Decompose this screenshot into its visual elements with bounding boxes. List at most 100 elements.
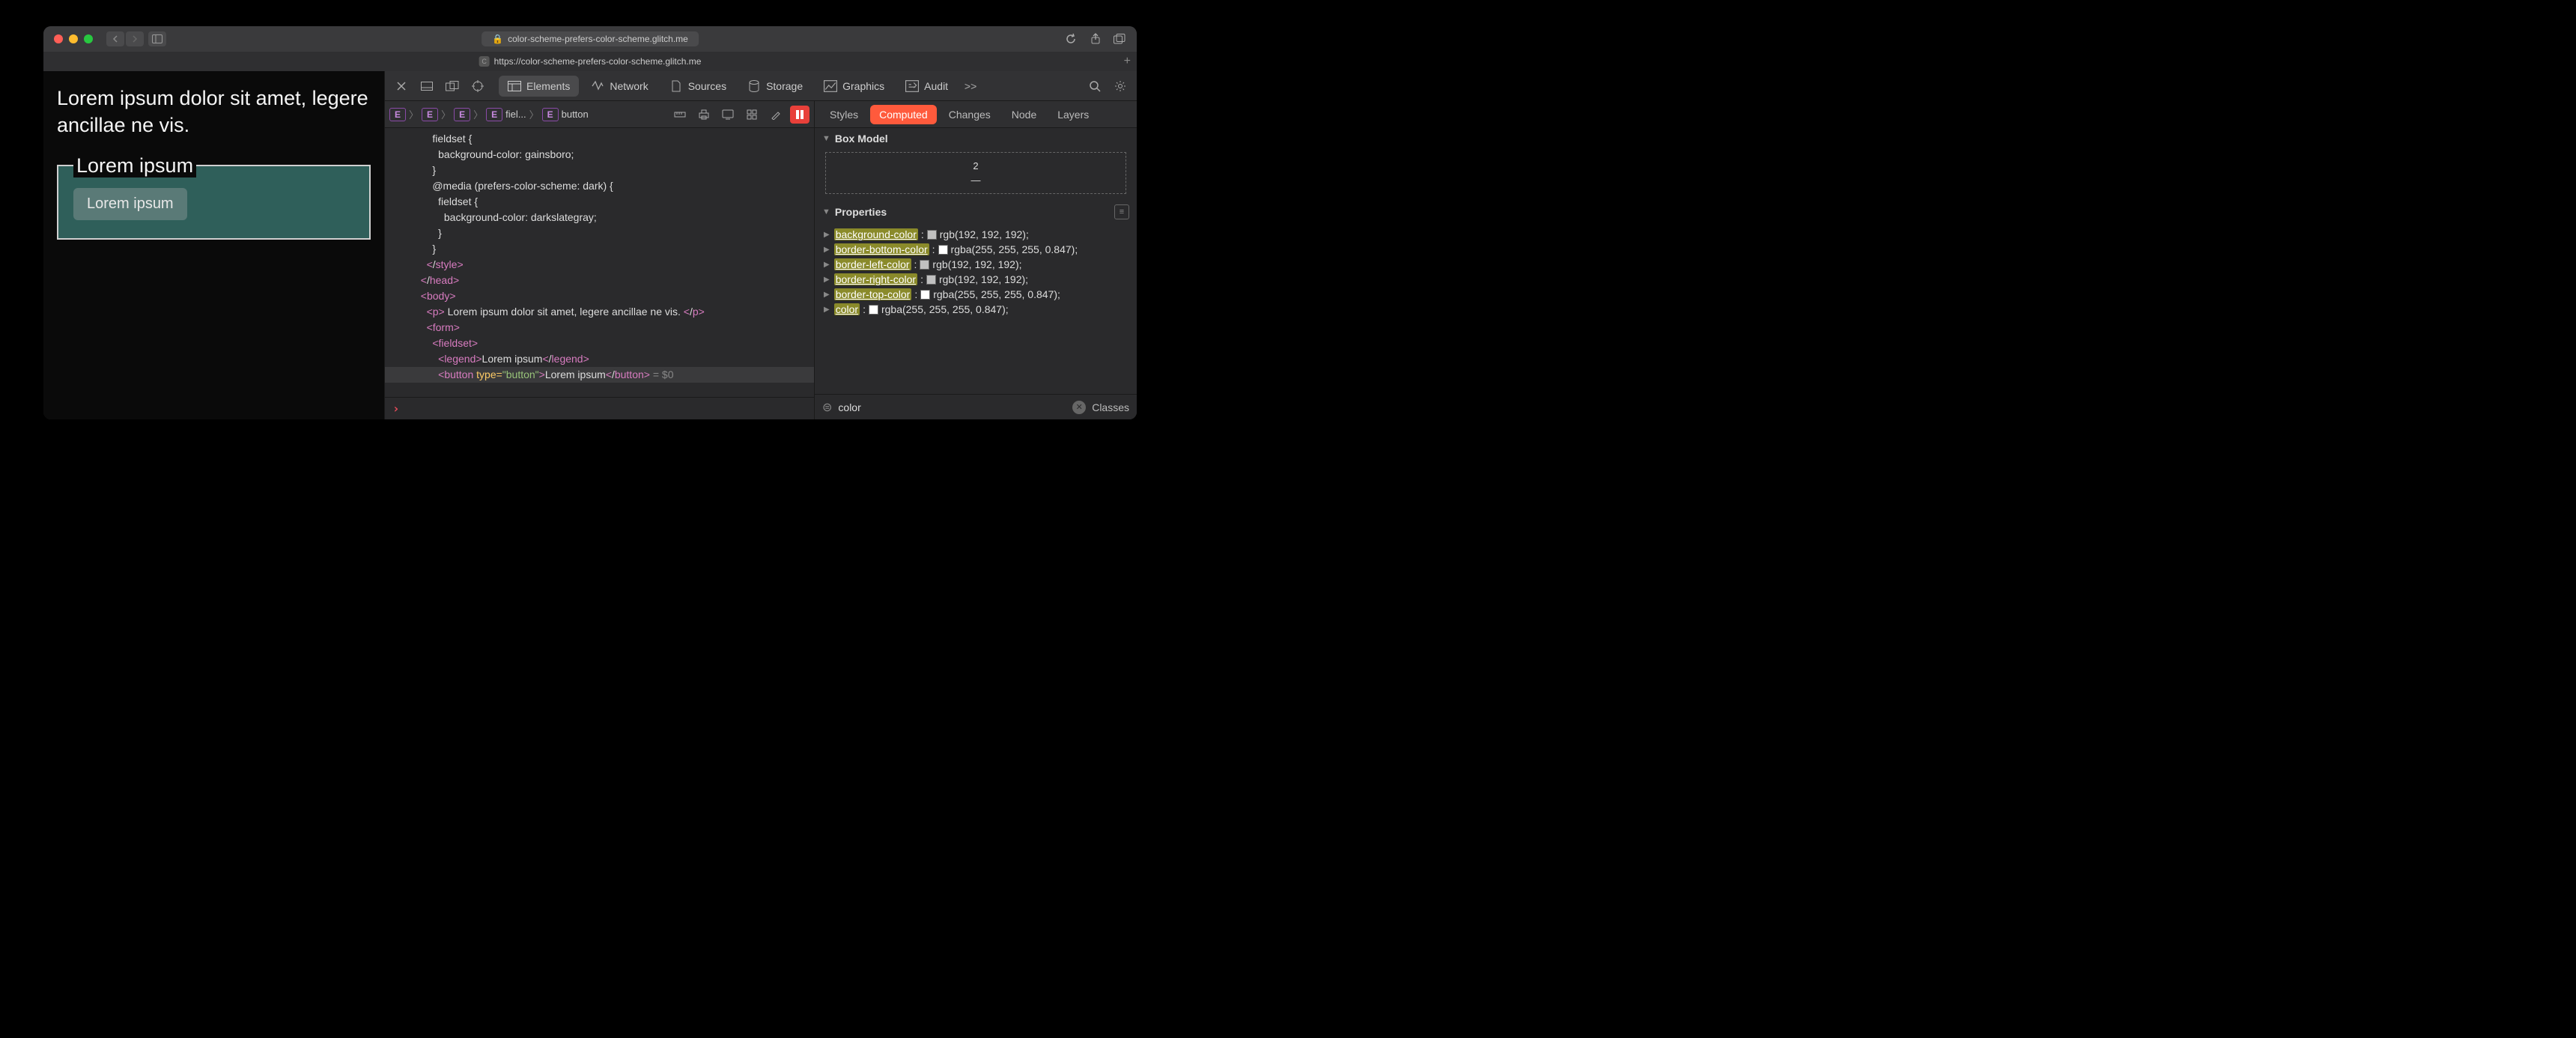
tab-storage[interactable]: Storage xyxy=(738,76,812,97)
search-icon[interactable] xyxy=(1084,76,1105,97)
traffic-lights xyxy=(54,34,93,43)
filter-input[interactable] xyxy=(838,401,1066,413)
breadcrumb-item[interactable]: E xyxy=(422,108,438,121)
sources-icon xyxy=(669,80,683,92)
property-row[interactable]: ▶ background-color: rgb(192, 192, 192); xyxy=(824,227,1128,242)
color-swatch xyxy=(926,275,936,285)
forward-button[interactable] xyxy=(126,31,144,46)
property-row[interactable]: ▶ border-top-color: rgba(255, 255, 255, … xyxy=(824,287,1128,302)
breadcrumb-item[interactable]: E xyxy=(454,108,470,121)
tabs-overflow-button[interactable]: >> xyxy=(960,76,981,97)
devtools-center: E〉 E〉 E〉 Efiel...〉 Ebutton xyxy=(385,101,815,419)
properties-options-icon[interactable]: ≡ xyxy=(1114,204,1129,219)
console-input[interactable]: › xyxy=(385,397,814,419)
tab-network-label: Network xyxy=(610,80,648,92)
property-name: background-color xyxy=(834,228,918,240)
url-bar[interactable]: 🔒 color-scheme-prefers-color-scheme.glit… xyxy=(482,31,699,46)
new-tab-button[interactable]: + xyxy=(1124,55,1131,68)
titlebar-right xyxy=(1087,32,1128,46)
lorem-button[interactable]: Lorem ipsum xyxy=(73,188,187,220)
tab-title: https://color-scheme-prefers-color-schem… xyxy=(494,56,702,67)
property-name: border-left-color xyxy=(834,258,911,270)
close-devtools-icon[interactable] xyxy=(391,76,412,97)
properties-header[interactable]: ▼ Properties ≡ xyxy=(815,200,1137,224)
dom-tree[interactable]: fieldset { background-color: gainsboro; … xyxy=(385,128,814,397)
devtools-toolbar: Elements Network Sources Storage xyxy=(385,71,1137,101)
rp-tab-changes[interactable]: Changes xyxy=(940,105,1000,124)
rendered-page: Lorem ipsum dolor sit amet, legere ancil… xyxy=(43,71,384,419)
share-icon[interactable] xyxy=(1087,32,1104,46)
breadcrumb-label: button xyxy=(562,109,589,120)
sidebar-toggle-button[interactable] xyxy=(148,31,166,46)
disclosure-triangle-icon: ▶ xyxy=(824,276,830,284)
property-row[interactable]: ▶ border-bottom-color: rgba(255, 255, 25… xyxy=(824,242,1128,257)
storage-icon xyxy=(747,80,761,92)
maximize-window-button[interactable] xyxy=(84,34,93,43)
box-model-label: Box Model xyxy=(835,133,888,145)
tab-elements-label: Elements xyxy=(526,80,570,92)
lock-icon: 🔒 xyxy=(492,34,503,44)
browser-window: 🔒 color-scheme-prefers-color-scheme.glit… xyxy=(43,26,1137,419)
back-button[interactable] xyxy=(106,31,124,46)
tab-sources[interactable]: Sources xyxy=(660,76,735,97)
rp-tab-styles[interactable]: Styles xyxy=(821,105,867,124)
page-form: Lorem ipsum Lorem ipsum xyxy=(57,154,371,240)
color-swatch xyxy=(920,290,930,300)
property-value: rgba(255, 255, 255, 0.847); xyxy=(933,288,1060,300)
tab-favicon: C xyxy=(479,56,490,67)
print-icon[interactable] xyxy=(694,106,714,124)
audit-icon xyxy=(905,80,919,92)
page-legend: Lorem ipsum xyxy=(73,154,196,177)
filter-row: ⊜ ✕ Classes xyxy=(815,394,1137,419)
property-value: rgb(192, 192, 192); xyxy=(940,228,1029,240)
tabs-overview-icon[interactable] xyxy=(1111,32,1128,46)
box-model-value: — xyxy=(826,173,1126,187)
rp-tab-computed[interactable]: Computed xyxy=(870,105,937,124)
graphics-icon xyxy=(824,80,837,92)
breadcrumb-item[interactable]: E xyxy=(486,108,502,121)
browser-tab[interactable]: C https://color-scheme-prefers-color-sch… xyxy=(479,56,702,67)
clear-filter-button[interactable]: ✕ xyxy=(1072,401,1086,414)
rp-tab-layers[interactable]: Layers xyxy=(1048,105,1098,124)
element-picker-icon[interactable] xyxy=(467,76,488,97)
property-value: rgb(192, 192, 192); xyxy=(939,273,1028,285)
property-row[interactable]: ▶ color: rgba(255, 255, 255, 0.847); xyxy=(824,302,1128,317)
tab-audit[interactable]: Audit xyxy=(896,76,957,97)
reload-button[interactable] xyxy=(1065,33,1077,45)
right-panel-tabs: Styles Computed Changes Node Layers xyxy=(815,101,1137,128)
properties-list: ▶ background-color: rgb(192, 192, 192); … xyxy=(815,224,1137,394)
paint-icon[interactable] xyxy=(766,106,786,124)
dom-breadcrumb: E〉 E〉 E〉 Efiel...〉 Ebutton xyxy=(385,101,814,128)
rp-tab-node[interactable]: Node xyxy=(1003,105,1045,124)
minimize-window-button[interactable] xyxy=(69,34,78,43)
nav-buttons xyxy=(106,31,144,46)
disclosure-triangle-icon: ▶ xyxy=(824,246,830,254)
grid-icon[interactable] xyxy=(742,106,762,124)
breadcrumb-item[interactable]: E xyxy=(542,108,559,121)
tab-elements[interactable]: Elements xyxy=(499,76,579,97)
settings-icon[interactable] xyxy=(1110,76,1131,97)
url-text: color-scheme-prefers-color-scheme.glitch… xyxy=(508,34,688,44)
color-swatch xyxy=(927,230,937,240)
close-window-button[interactable] xyxy=(54,34,63,43)
tab-bar: C https://color-scheme-prefers-color-sch… xyxy=(43,52,1137,71)
ruler-icon[interactable] xyxy=(670,106,690,124)
breadcrumb-item[interactable]: E xyxy=(389,108,406,121)
property-row[interactable]: ▶ border-left-color: rgb(192, 192, 192); xyxy=(824,257,1128,272)
property-name: border-right-color xyxy=(834,273,917,285)
dock-bottom-icon[interactable] xyxy=(416,76,437,97)
tab-graphics[interactable]: Graphics xyxy=(815,76,893,97)
property-row[interactable]: ▶ border-right-color: rgb(192, 192, 192)… xyxy=(824,272,1128,287)
property-value: rgba(255, 255, 255, 0.847); xyxy=(881,303,1009,315)
compositing-icon[interactable] xyxy=(790,106,809,124)
tab-network[interactable]: Network xyxy=(582,76,657,97)
dock-side-icon[interactable] xyxy=(442,76,463,97)
box-model-header[interactable]: ▼ Box Model xyxy=(815,128,1137,149)
box-model-value: 2 xyxy=(826,159,1126,173)
page-paragraph: Lorem ipsum dolor sit amet, legere ancil… xyxy=(57,85,371,139)
device-icon[interactable] xyxy=(718,106,738,124)
color-swatch xyxy=(920,260,929,270)
tab-audit-label: Audit xyxy=(924,80,948,92)
titlebar: 🔒 color-scheme-prefers-color-scheme.glit… xyxy=(43,26,1137,52)
classes-button[interactable]: Classes xyxy=(1092,401,1129,413)
